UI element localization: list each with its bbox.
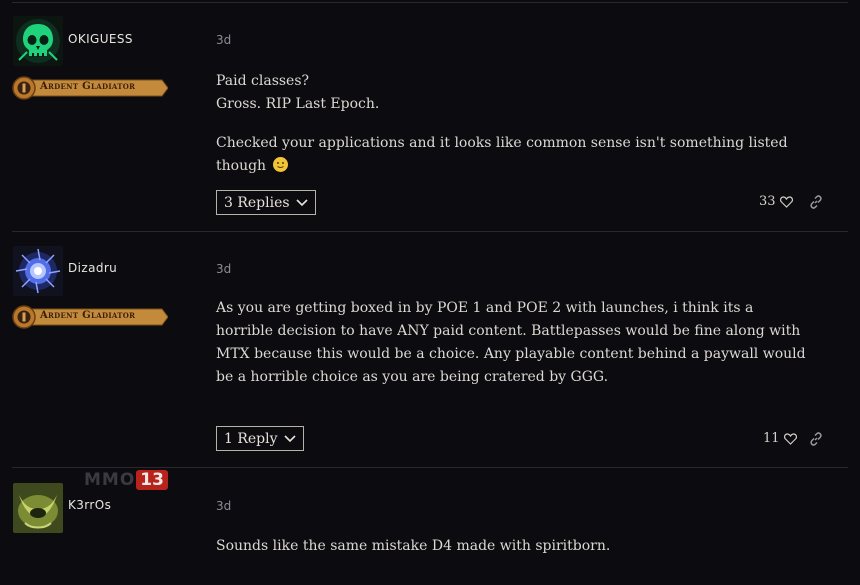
watermark-text: MMO: [84, 470, 136, 490]
watermark: MMO 13: [84, 470, 168, 490]
post-paragraph: As you are getting boxed in by POE 1 and…: [216, 300, 806, 385]
post-time[interactable]: 3d: [216, 262, 231, 276]
rank-badge: Ardent Gladiator: [12, 305, 168, 329]
top-divider: [12, 2, 848, 3]
replies-button[interactable]: 1 Reply: [216, 426, 304, 451]
like-button[interactable]: 11: [763, 431, 797, 446]
post-paragraph: Sounds like the same mistake D4 made wit…: [216, 538, 611, 554]
badge-label: Ardent Gladiator: [40, 81, 136, 92]
username[interactable]: OKIGUESS: [68, 32, 133, 46]
avatar[interactable]: [13, 246, 63, 296]
post-time[interactable]: 3d: [216, 33, 231, 47]
green-skull-avatar-icon: [13, 16, 63, 66]
slight-smile-emoji-icon: [272, 157, 288, 172]
rank-badge: Ardent Gladiator: [12, 76, 168, 100]
username[interactable]: Dizadru: [68, 261, 117, 275]
heart-icon: [783, 432, 797, 445]
avatar[interactable]: [13, 483, 63, 533]
post-body: Sounds like the same mistake D4 made wit…: [216, 535, 836, 558]
link-icon[interactable]: [809, 432, 823, 446]
post-body: Paid classes? Gross. RIP Last Epoch. Che…: [216, 70, 836, 178]
like-button[interactable]: 33: [759, 194, 793, 209]
link-icon[interactable]: [809, 195, 823, 209]
replies-label: 1 Reply: [224, 430, 278, 447]
like-count: 11: [763, 431, 780, 446]
replies-label: 3 Replies: [224, 194, 290, 211]
chevron-down-icon: [296, 198, 308, 206]
badge-label: Ardent Gladiator: [40, 310, 136, 321]
replies-button[interactable]: 3 Replies: [216, 190, 316, 215]
post-divider: [12, 231, 848, 232]
avatar[interactable]: [13, 16, 63, 66]
post-paragraph: Gross. RIP Last Epoch.: [216, 96, 380, 112]
post-time[interactable]: 3d: [216, 499, 231, 513]
username[interactable]: K3rrOs: [68, 498, 111, 512]
heart-icon: [779, 195, 793, 208]
green-horns-avatar-icon: [13, 483, 63, 533]
post-body: As you are getting boxed in by POE 1 and…: [216, 297, 806, 389]
post-paragraph: Paid classes?: [216, 73, 310, 89]
chevron-down-icon: [283, 434, 296, 442]
post-paragraph-text: Checked your applications and it looks l…: [216, 135, 788, 174]
post-divider: [12, 467, 848, 468]
watermark-number: 13: [136, 470, 168, 490]
like-count: 33: [759, 194, 776, 209]
post-paragraph: Checked your applications and it looks l…: [216, 132, 836, 178]
blue-orb-avatar-icon: [13, 246, 63, 296]
